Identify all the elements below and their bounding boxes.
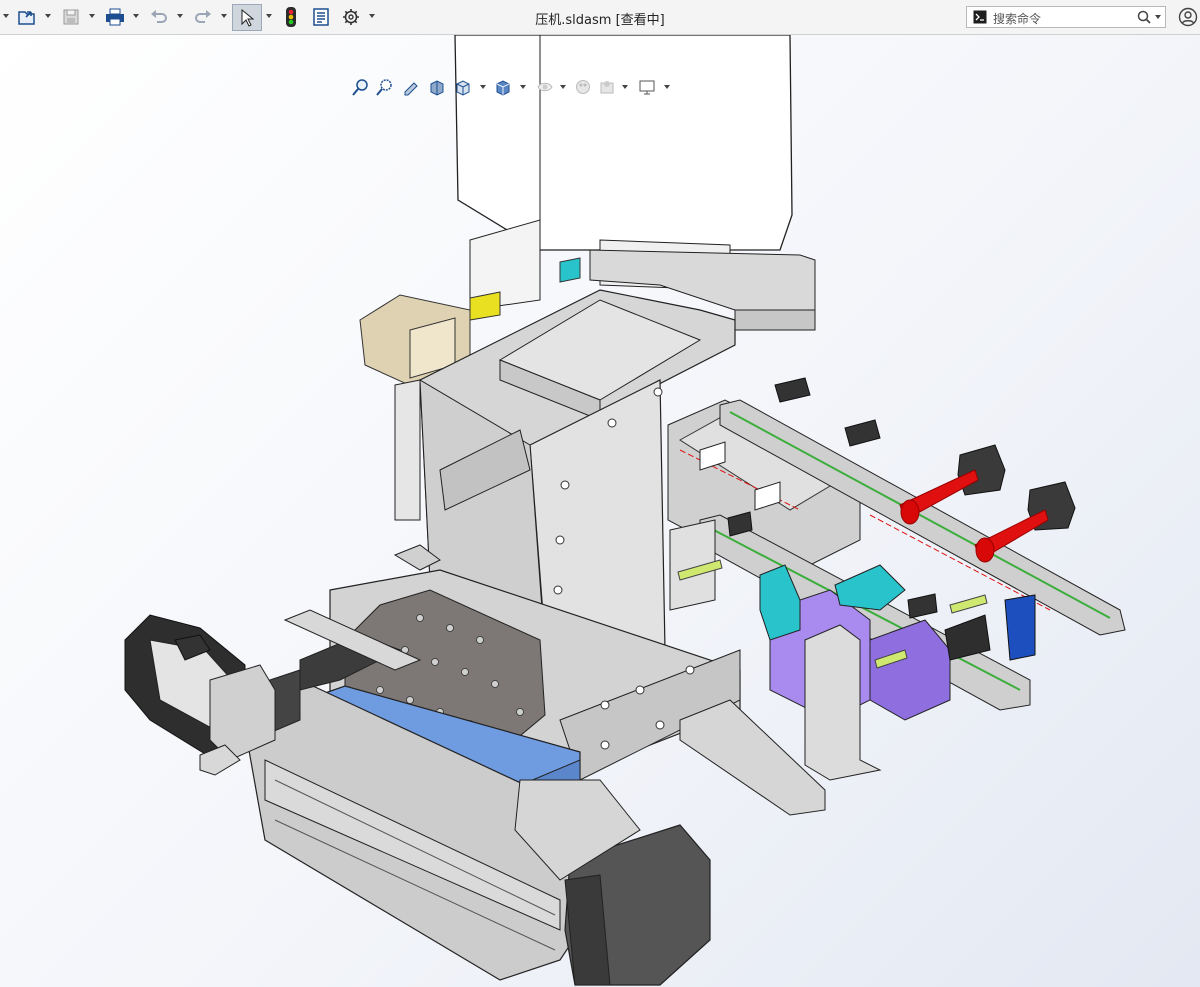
chevron-down-icon[interactable] <box>1155 15 1161 19</box>
chevron-down-icon[interactable] <box>221 14 227 18</box>
chevron-down-icon[interactable] <box>480 85 486 89</box>
account-button[interactable] <box>1176 5 1200 29</box>
rebuild-button[interactable] <box>280 5 302 29</box>
print-button[interactable] <box>102 5 128 29</box>
file-properties-icon <box>313 8 329 26</box>
edit-appearance-icon[interactable] <box>572 75 594 99</box>
view-orientation-icon[interactable] <box>452 75 474 99</box>
file-properties-button[interactable] <box>309 5 333 29</box>
chevron-down-icon[interactable] <box>369 14 375 18</box>
search-input[interactable]: 搜索命令 <box>993 10 1041 27</box>
user-account-icon <box>1178 7 1198 27</box>
search-icon[interactable] <box>1137 10 1151 24</box>
select-pointer-icon <box>241 8 254 27</box>
hide-show-items-icon[interactable] <box>534 75 556 99</box>
chevron-down-icon[interactable] <box>89 14 95 18</box>
save-icon <box>63 9 79 25</box>
redo-icon <box>195 10 211 23</box>
options-button[interactable] <box>339 5 363 29</box>
undo-icon <box>151 10 167 23</box>
chevron-down-icon[interactable] <box>133 14 139 18</box>
redo-button[interactable] <box>190 5 216 29</box>
chevron-down-icon[interactable] <box>45 14 51 18</box>
chevron-down-icon[interactable] <box>664 85 670 89</box>
zoom-to-fit-icon[interactable] <box>350 75 372 99</box>
save-button[interactable] <box>58 5 84 29</box>
chevron-down-icon[interactable] <box>520 85 526 89</box>
chevron-down-icon[interactable] <box>622 85 628 89</box>
apply-scene-icon[interactable] <box>596 75 618 99</box>
print-icon <box>106 8 124 26</box>
undo-button[interactable] <box>146 5 172 29</box>
zoom-to-area-icon[interactable] <box>374 75 396 99</box>
select-button[interactable] <box>232 4 262 31</box>
assembly-3d-model[interactable] <box>0 35 1200 987</box>
rebuild-traffic-light-icon <box>286 7 296 27</box>
chevron-down-icon[interactable] <box>560 85 566 89</box>
chevron-down-icon[interactable] <box>177 14 183 18</box>
open-button[interactable] <box>14 5 40 29</box>
display-style-icon[interactable] <box>492 75 514 99</box>
search-commands-box[interactable]: 搜索命令 <box>966 6 1166 28</box>
graphics-viewport[interactable] <box>0 35 1200 987</box>
options-gear-icon <box>343 9 359 25</box>
open-icon <box>18 11 35 25</box>
command-toolbar: 压机.sldasm [查看中] 搜索命令 <box>0 0 1200 35</box>
section-view-icon[interactable] <box>426 75 448 99</box>
command-prompt-icon <box>973 10 987 24</box>
view-settings-icon[interactable] <box>636 75 658 99</box>
previous-view-icon[interactable] <box>400 75 422 99</box>
chevron-down-icon[interactable] <box>3 14 9 18</box>
chevron-down-icon[interactable] <box>266 14 272 18</box>
